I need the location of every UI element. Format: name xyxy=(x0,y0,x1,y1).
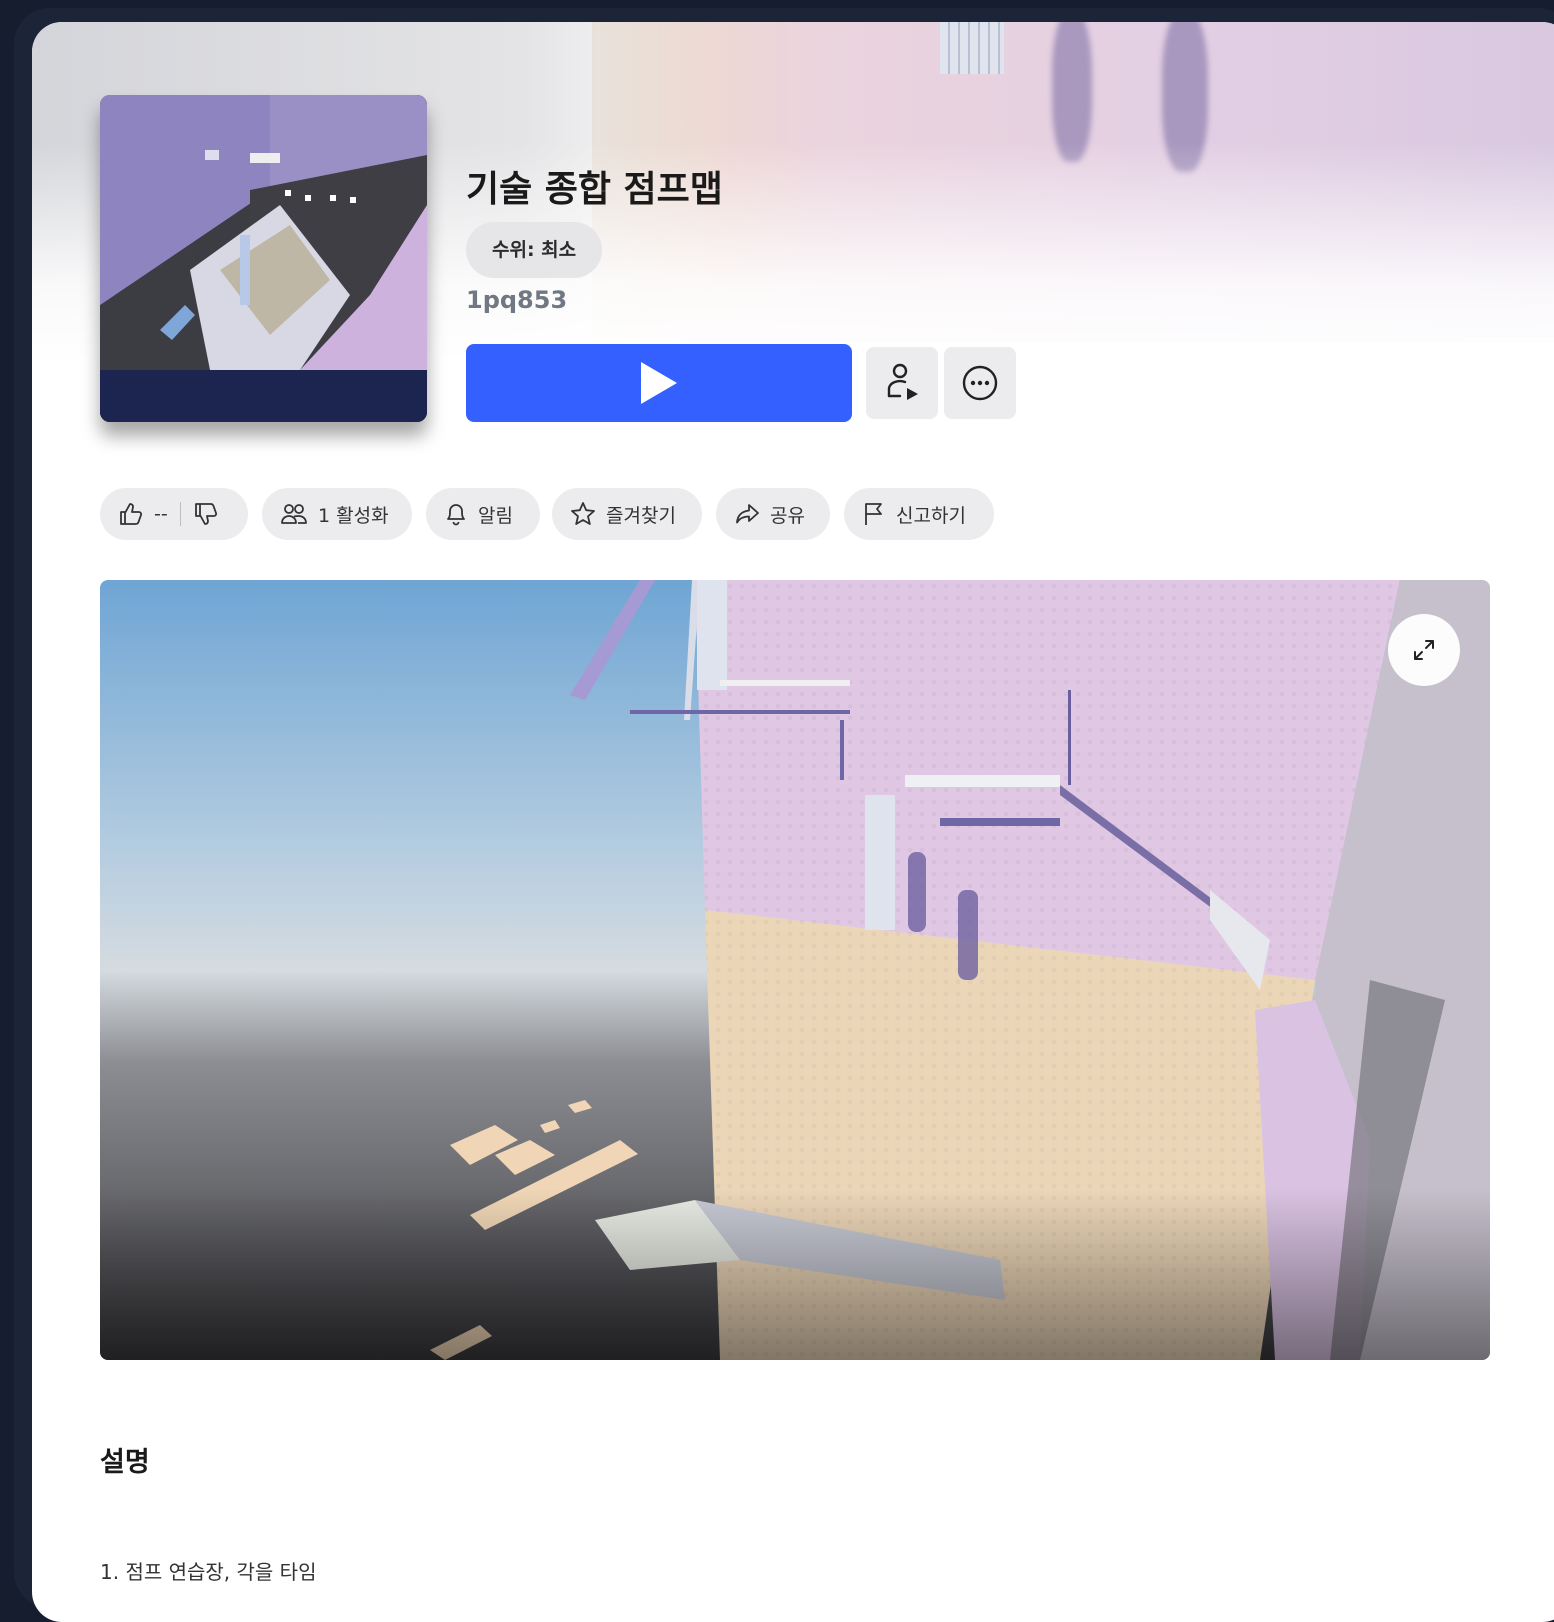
star-icon xyxy=(571,502,595,525)
notify-button[interactable]: 알림 xyxy=(426,488,540,540)
flag-icon xyxy=(865,503,882,525)
play-with-friends-button[interactable] xyxy=(866,347,938,419)
users-icon xyxy=(281,504,307,524)
game-screenshot[interactable] xyxy=(100,580,1490,1360)
more-options-button[interactable] xyxy=(944,347,1016,419)
thumbs-down-icon[interactable] xyxy=(193,501,219,527)
active-players-chip: 1 활성화 xyxy=(262,488,412,540)
game-thumbnail xyxy=(100,95,427,422)
maturity-rating-badge: 수위: 최소 xyxy=(466,222,603,278)
creator-name[interactable]: 1pq853 xyxy=(466,286,567,314)
favorite-button[interactable]: 즐겨찾기 xyxy=(552,488,702,540)
more-horizontal-icon xyxy=(962,365,998,401)
person-play-icon xyxy=(887,363,918,400)
description-text: 1. 점프 연습장, 각을 타임 xyxy=(100,1560,317,1584)
report-label: 신고하기 xyxy=(896,504,966,527)
expand-icon xyxy=(1414,640,1434,660)
share-button[interactable]: 공유 xyxy=(716,488,830,540)
description-heading: 설명 xyxy=(100,1447,150,1478)
play-icon xyxy=(641,362,677,404)
active-count-label: 1 활성화 xyxy=(318,504,389,527)
vote-chip: -- xyxy=(100,488,248,540)
game-detail-panel: 기술 종합 점프맵 수위: 최소 1pq853 -- 1 활성화 알림 즐겨찾기… xyxy=(32,22,1554,1622)
share-icon xyxy=(736,504,759,524)
share-label: 공유 xyxy=(770,504,805,527)
notify-label: 알림 xyxy=(478,504,513,527)
game-title: 기술 종합 점프맵 xyxy=(466,169,723,210)
report-button[interactable]: 신고하기 xyxy=(844,488,994,540)
thumbs-up-icon[interactable] xyxy=(118,501,144,527)
expand-button[interactable] xyxy=(1388,614,1460,686)
vote-count: -- xyxy=(154,503,168,525)
play-button[interactable] xyxy=(466,344,852,422)
favorite-label: 즐겨찾기 xyxy=(606,504,676,527)
bell-icon xyxy=(447,504,465,526)
